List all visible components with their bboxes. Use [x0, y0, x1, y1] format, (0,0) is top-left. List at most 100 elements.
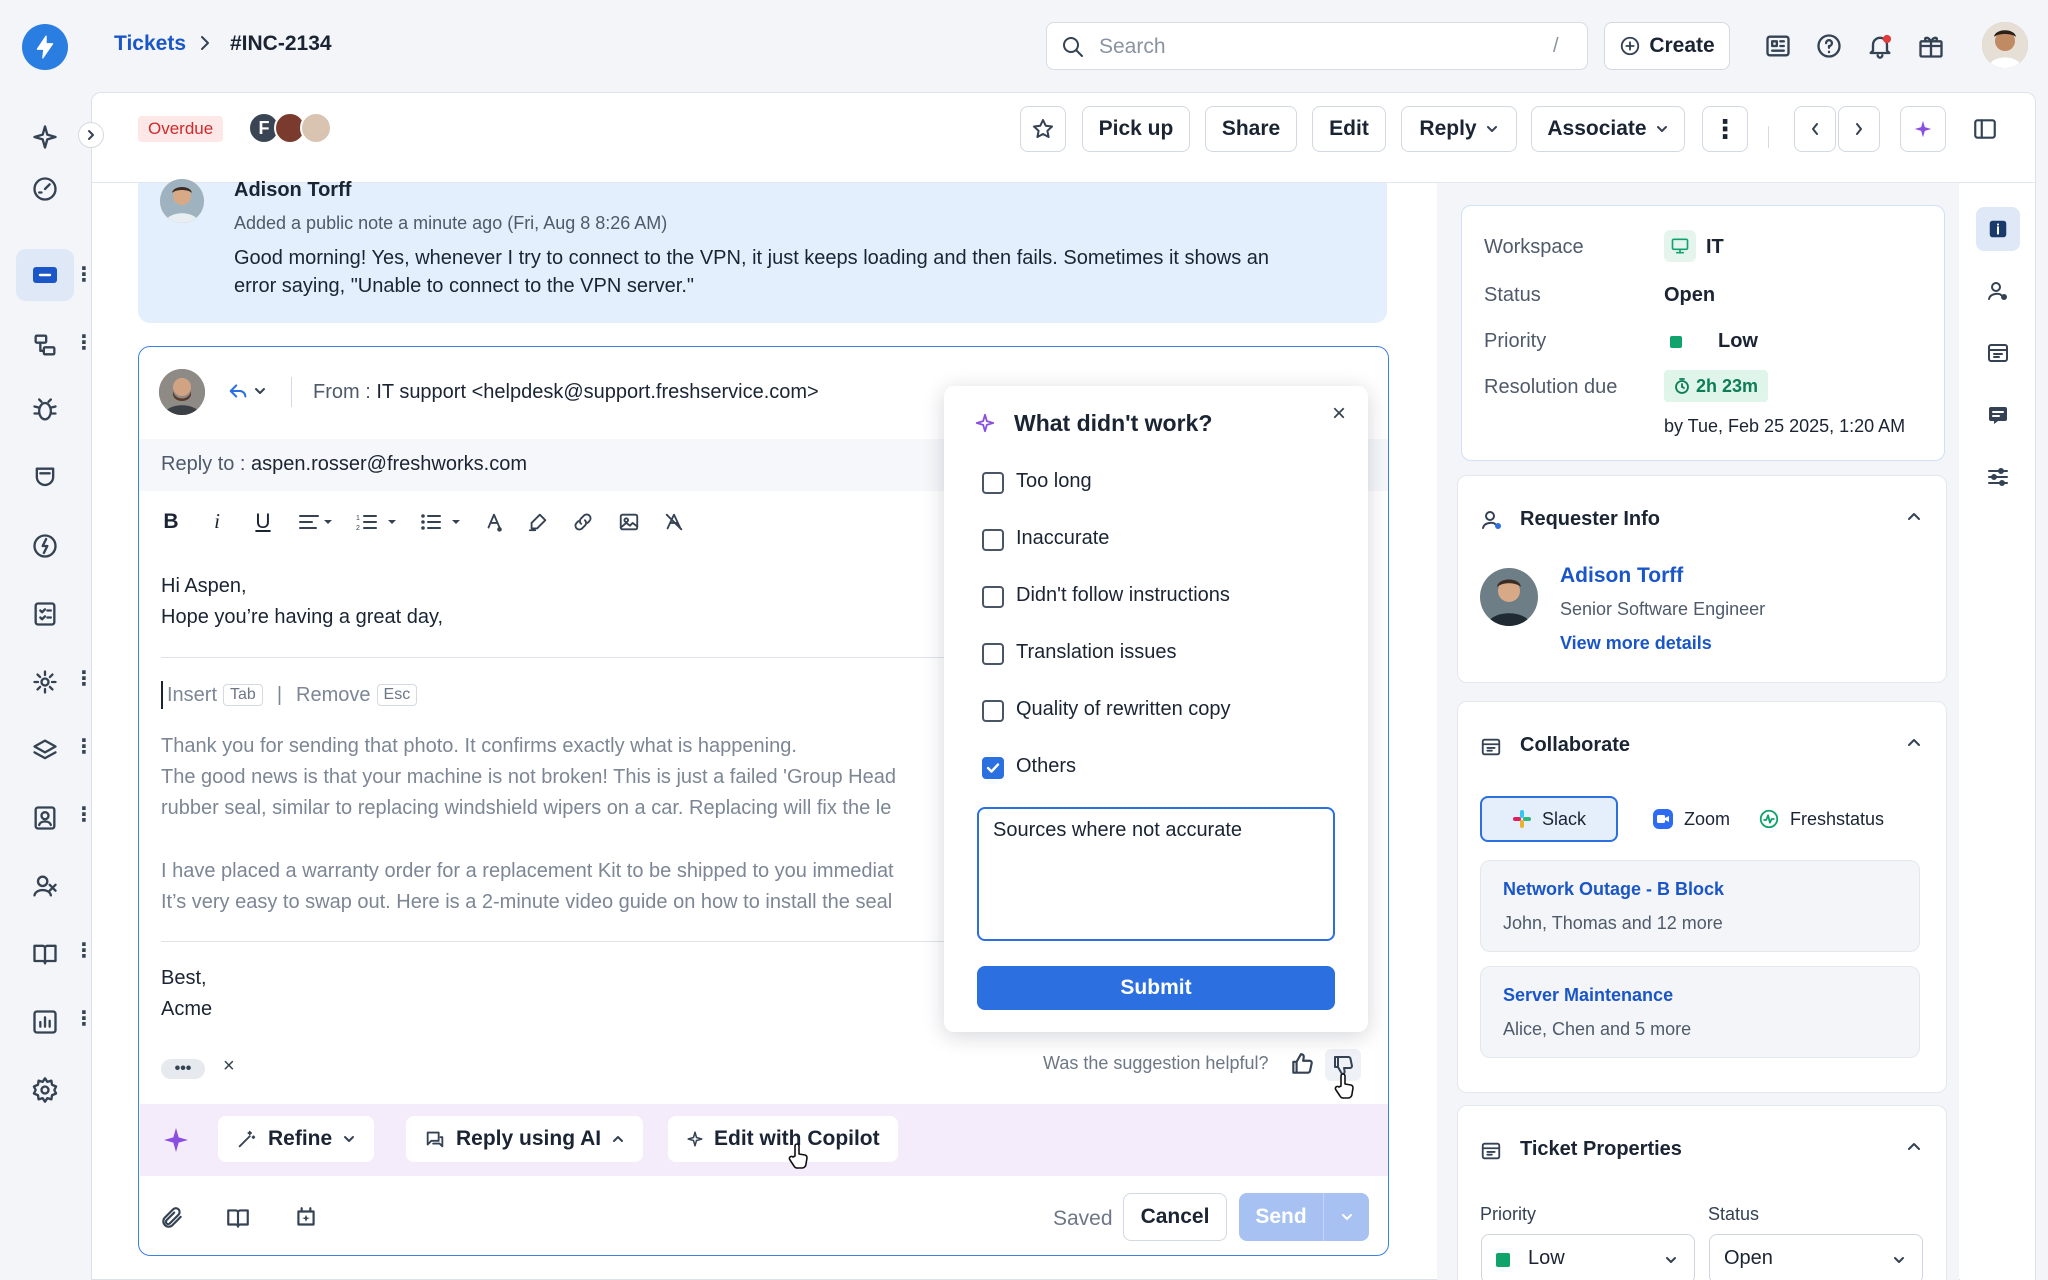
create-button[interactable]: Create: [1604, 22, 1730, 70]
gift-icon[interactable]: [1917, 32, 1945, 60]
agent-avatar[interactable]: [300, 112, 332, 144]
body-greeting[interactable]: Hope you’re having a great day,: [161, 606, 443, 629]
option-checkbox[interactable]: [982, 700, 1004, 722]
prev-ticket-button[interactable]: [1794, 106, 1836, 152]
breadcrumb-tickets[interactable]: Tickets: [114, 32, 186, 56]
option-checkbox[interactable]: [982, 643, 1004, 665]
workspace-value[interactable]: IT: [1706, 236, 1724, 259]
nav-knowledge-icon[interactable]: [23, 932, 67, 976]
next-ticket-button[interactable]: [1838, 106, 1880, 152]
option-checkbox-checked[interactable]: [982, 757, 1004, 779]
option-label[interactable]: Too long: [1016, 470, 1092, 493]
details-icon[interactable]: [1976, 207, 2020, 251]
option-checkbox[interactable]: [982, 586, 1004, 608]
remove-suggestion-button[interactable]: Remove: [296, 684, 370, 707]
nav-automations-icon[interactable]: [23, 660, 67, 704]
notes-rail-icon[interactable]: [1986, 403, 2010, 427]
tab-freshstatus[interactable]: Freshstatus: [1758, 796, 1884, 842]
help-icon[interactable]: [1815, 32, 1843, 60]
option-label[interactable]: Translation issues: [1016, 641, 1176, 664]
option-label[interactable]: Others: [1016, 755, 1076, 778]
clear-format-icon[interactable]: [663, 511, 685, 533]
thumbs-up-icon[interactable]: [1289, 1051, 1315, 1077]
channel-name[interactable]: Server Maintenance: [1503, 985, 1673, 1006]
reply-to-field[interactable]: Reply to : aspen.rosser@freshworks.com: [161, 453, 527, 476]
tab-slack[interactable]: Slack: [1480, 796, 1618, 842]
body-greeting[interactable]: Hi Aspen,: [161, 575, 247, 598]
nav-releases-icon[interactable]: [23, 456, 67, 500]
nav-cost-icon[interactable]: [23, 524, 67, 568]
nav-users-icon[interactable]: [23, 864, 67, 908]
option-label[interactable]: Inaccurate: [1016, 527, 1109, 550]
option-checkbox[interactable]: [982, 472, 1004, 494]
status-select[interactable]: Open: [1709, 1234, 1923, 1280]
pick-up-button[interactable]: Pick up: [1082, 106, 1190, 152]
more-actions-button[interactable]: ⋮: [1702, 106, 1748, 152]
option-label[interactable]: Didn't follow instructions: [1016, 584, 1230, 607]
reply-type-dropdown[interactable]: [227, 381, 267, 401]
channel-item[interactable]: Network Outage - B Block John, Thomas an…: [1480, 860, 1920, 952]
edit-with-copilot-button[interactable]: Edit with Copilot: [668, 1116, 898, 1162]
priority-select[interactable]: Low: [1481, 1234, 1695, 1280]
nav-tickets-icon[interactable]: [16, 249, 74, 301]
align-icon[interactable]: [297, 512, 333, 532]
highlight-icon[interactable]: [527, 511, 549, 533]
toggle-sidebar-icon[interactable]: [1972, 116, 1998, 142]
nav-problems-icon[interactable]: [23, 388, 67, 432]
chevron-up-icon[interactable]: [1906, 510, 1922, 522]
reply-button[interactable]: Reply: [1401, 106, 1517, 152]
nav-reports-icon[interactable]: [23, 1000, 67, 1044]
nav-layers-icon[interactable]: [23, 728, 67, 772]
insert-suggestion-button[interactable]: Insert: [167, 684, 217, 707]
edit-button[interactable]: Edit: [1312, 106, 1386, 152]
nav-checklist-icon[interactable]: [23, 592, 67, 636]
nav-ai-icon[interactable]: [23, 115, 67, 159]
nav-settings-icon[interactable]: [23, 1068, 67, 1112]
italic-icon[interactable]: i: [205, 509, 229, 534]
nav-changes-icon[interactable]: [23, 323, 67, 367]
option-label[interactable]: Quality of rewritten copy: [1016, 698, 1231, 721]
send-options-icon[interactable]: [1324, 1212, 1369, 1222]
requester-avatar[interactable]: [1480, 568, 1538, 626]
signoff[interactable]: Best,: [161, 967, 207, 990]
bell-icon[interactable]: [1866, 32, 1894, 60]
note-author[interactable]: Adison Torff: [234, 179, 351, 202]
option-checkbox[interactable]: [982, 529, 1004, 551]
expand-nav-button[interactable]: [78, 122, 104, 148]
associate-button[interactable]: Associate: [1531, 106, 1685, 152]
channel-item[interactable]: Server Maintenance Alice, Chen and 5 mor…: [1480, 966, 1920, 1058]
underline-icon[interactable]: U: [251, 510, 275, 534]
bold-icon[interactable]: B: [159, 510, 183, 534]
bulleted-list-icon[interactable]: [419, 512, 461, 532]
nav-contacts-icon[interactable]: [23, 796, 67, 840]
feedback-comment-textarea[interactable]: Sources where not accurate: [977, 807, 1335, 941]
calendar-rail-icon[interactable]: [1986, 341, 2010, 365]
reply-using-ai-button[interactable]: Reply using AI: [406, 1116, 644, 1162]
cancel-button[interactable]: Cancel: [1123, 1193, 1227, 1241]
requester-rail-icon[interactable]: [1986, 279, 2010, 303]
close-icon[interactable]: ×: [223, 1055, 235, 1078]
view-more-details-link[interactable]: View more details: [1560, 633, 1712, 654]
priority-value[interactable]: Low: [1718, 330, 1758, 353]
close-icon[interactable]: ×: [1332, 400, 1346, 428]
star-button[interactable]: [1020, 106, 1066, 152]
submit-button[interactable]: Submit: [977, 966, 1335, 1010]
search-input[interactable]: Search /: [1046, 22, 1588, 70]
share-button[interactable]: Share: [1205, 106, 1297, 152]
channel-name[interactable]: Network Outage - B Block: [1503, 879, 1724, 900]
status-value[interactable]: Open: [1664, 284, 1715, 307]
send-button[interactable]: Send: [1239, 1193, 1369, 1241]
link-icon[interactable]: [571, 511, 595, 533]
requester-name[interactable]: Adison Torff: [1560, 564, 1683, 588]
news-icon[interactable]: [1764, 32, 1792, 60]
filters-rail-icon[interactable]: [1986, 465, 2010, 489]
app-logo[interactable]: [22, 24, 68, 70]
tab-zoom[interactable]: Zoom: [1652, 796, 1730, 842]
image-icon[interactable]: [617, 511, 641, 533]
nav-dashboard-icon[interactable]: [23, 167, 67, 211]
show-more-icon[interactable]: •••: [161, 1059, 205, 1079]
user-avatar[interactable]: [1982, 22, 2028, 68]
chevron-up-icon[interactable]: [1906, 1140, 1922, 1152]
attach-icon[interactable]: [159, 1205, 185, 1231]
refine-button[interactable]: Refine: [218, 1116, 375, 1162]
